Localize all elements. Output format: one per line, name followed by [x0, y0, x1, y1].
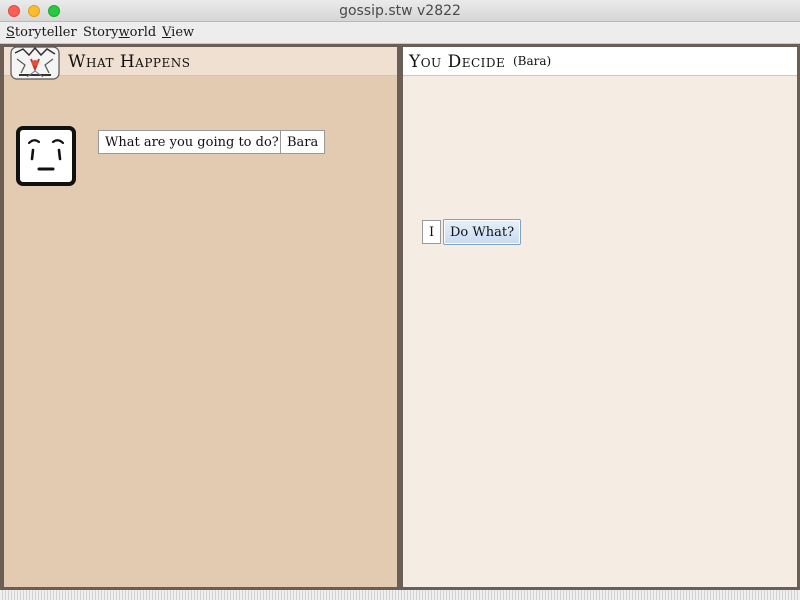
speaker-name-button[interactable]: Bara	[280, 130, 326, 154]
menu-storyworld-label-end: orld	[129, 25, 157, 40]
what-happens-pane: What Happens What are you going to do? B…	[4, 46, 397, 587]
you-decide-pane: You Decide (Bara) I Do What?	[403, 47, 797, 587]
menu-storyworld-label-start: Story	[83, 25, 119, 40]
menu-view-label: iew	[171, 25, 195, 40]
what-happens-title: What Happens	[68, 52, 191, 72]
menu-bar: Storyteller Storyworld View	[0, 22, 800, 44]
menu-storyworld-mnemonic: w	[118, 25, 130, 40]
menu-storyteller-mnemonic: S	[6, 25, 15, 40]
you-decide-header: You Decide (Bara)	[403, 47, 797, 76]
character-face-icon	[16, 126, 76, 186]
you-decide-actor: (Bara)	[513, 54, 552, 68]
logo-icon	[10, 46, 60, 80]
what-happens-header: What Happens	[4, 46, 397, 80]
you-decide-title: You Decide	[409, 52, 506, 72]
app-window: gossip.stw v2822 Storyteller Storyworld …	[0, 0, 800, 600]
menu-storyworld[interactable]: Storyworld	[83, 25, 156, 40]
window-bottom-edge	[0, 590, 800, 600]
menu-view[interactable]: View	[162, 25, 194, 40]
window-title: gossip.stw v2822	[339, 3, 461, 19]
subject-word-button[interactable]: I	[422, 220, 442, 244]
menu-view-mnemonic: V	[162, 25, 172, 40]
do-what-button[interactable]: Do What?	[443, 219, 522, 245]
menu-storyteller-label: toryteller	[14, 25, 77, 40]
title-bar: gossip.stw v2822	[0, 0, 800, 22]
speech-button[interactable]: What are you going to do?	[98, 130, 286, 154]
menu-storyteller[interactable]: Storyteller	[6, 25, 77, 40]
